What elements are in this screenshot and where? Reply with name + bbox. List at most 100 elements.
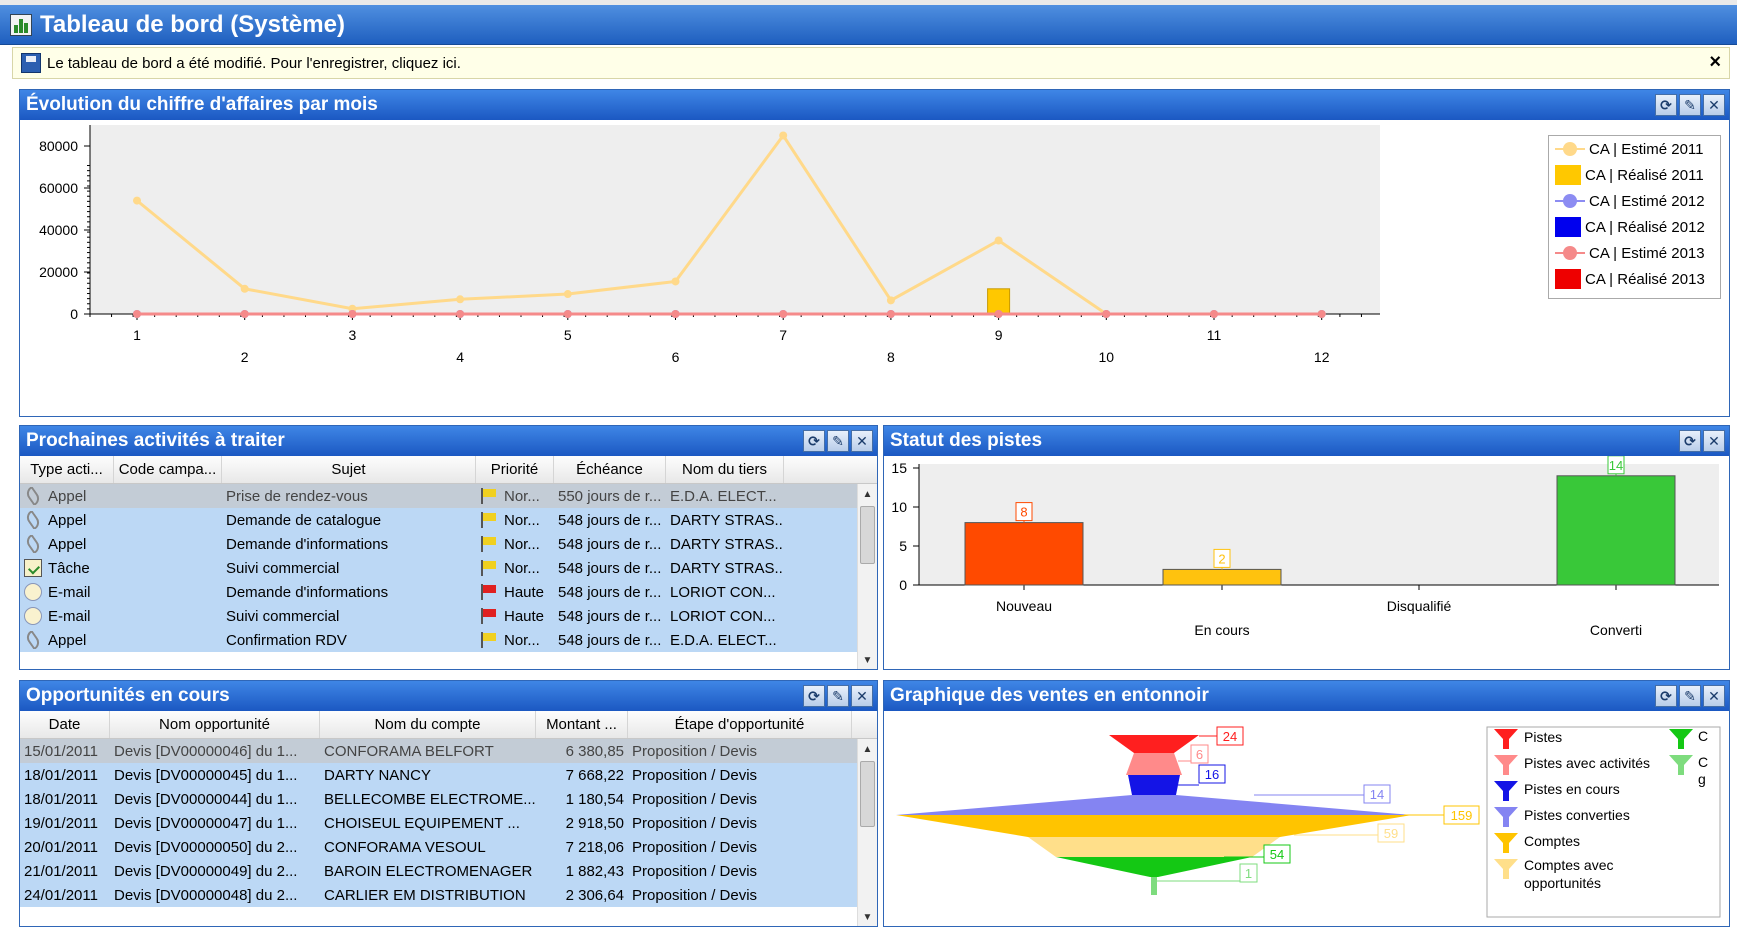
- type-label: E-mail: [48, 583, 91, 601]
- y-tick-label: 60000: [39, 180, 78, 196]
- x-tick-label: 6: [672, 349, 680, 365]
- save-notice-text[interactable]: Le tableau de bord a été modifié. Pour l…: [47, 55, 461, 72]
- opportunity-name-cell: Devis [DV00000050] du 2...: [114, 838, 298, 856]
- revenue-point: [456, 310, 465, 318]
- x-tick-label: 1: [133, 327, 141, 343]
- table-row[interactable]: E-mail Demande d'informations Haute 548 jou…: [20, 580, 858, 604]
- legend-label: CA | Estimé 2012: [1589, 192, 1705, 210]
- x-tick-label: 7: [779, 327, 787, 343]
- subject-cell: Demande de catalogue: [226, 511, 382, 529]
- refresh-icon[interactable]: ⟳: [1655, 685, 1677, 707]
- column-header[interactable]: Sujet: [222, 456, 476, 483]
- stage-cell: Proposition / Devis: [632, 742, 758, 760]
- revenue-point: [563, 310, 572, 318]
- scroll-thumb[interactable]: [860, 761, 875, 827]
- revenue-point: [671, 310, 680, 318]
- table-row[interactable]: 15/01/2011 Devis [DV00000046] du 1... CONF…: [20, 739, 858, 763]
- table-row[interactable]: Appel Prise de rendez-vous Nor... 550 jours…: [20, 484, 858, 508]
- table-row[interactable]: 20/01/2011 Devis [DV00000050] du 2... CONF…: [20, 835, 858, 859]
- legend-swatch: [1555, 191, 1585, 211]
- table-row[interactable]: Tâche Suivi commercial Nor... 548 jours de …: [20, 556, 858, 580]
- due-cell: 548 jours de r...: [558, 511, 662, 529]
- priority-cell: Nor...: [476, 632, 554, 649]
- refresh-icon[interactable]: ⟳: [803, 685, 825, 707]
- legend-label: CA | Réalisé 2013: [1585, 270, 1705, 288]
- type-label: Tâche: [48, 559, 90, 577]
- data-label: 59: [1384, 826, 1398, 841]
- refresh-icon[interactable]: ⟳: [1655, 94, 1677, 116]
- priority-label: Nor...: [504, 511, 540, 529]
- column-header[interactable]: Nom du compte: [320, 711, 536, 738]
- activities-scrollbar[interactable]: ▲ ▼: [857, 484, 877, 669]
- edit-icon[interactable]: ✎: [827, 430, 849, 452]
- column-header[interactable]: Code campa...: [114, 456, 222, 483]
- scroll-down-icon[interactable]: ▼: [858, 907, 877, 926]
- data-label: 14: [1370, 787, 1384, 802]
- close-icon[interactable]: ✕: [851, 685, 873, 707]
- table-row[interactable]: Appel Confirmation RDV Nor... 548 jours de …: [20, 628, 858, 652]
- table-row[interactable]: 19/01/2011 Devis [DV00000047] du 1... CHOI…: [20, 811, 858, 835]
- yellow-flag-icon: [480, 536, 498, 552]
- column-header[interactable]: Nom du tiers: [666, 456, 784, 483]
- leads-bar-chart: 0 5 10 15 Nouveau 8 En cours 2 Disqualifié Conver…: [891, 456, 1719, 638]
- due-cell: 550 jours de r...: [558, 487, 662, 505]
- table-row[interactable]: E-mail Suivi commercial Haute 548 jours de …: [20, 604, 858, 628]
- stage-cell: Proposition / Devis: [632, 838, 758, 856]
- x-tick-label: 12: [1314, 349, 1330, 365]
- lead-bar: [1556, 475, 1676, 586]
- scroll-up-icon[interactable]: ▲: [858, 484, 877, 504]
- table-row[interactable]: 21/01/2011 Devis [DV00000049] du 2... BARO…: [20, 859, 858, 883]
- revenue-panel-header: Évolution du chiffre d'affaires par mois…: [20, 90, 1729, 120]
- close-icon[interactable]: ✕: [851, 430, 873, 452]
- column-header[interactable]: Étape d'opportunité: [628, 711, 852, 738]
- scroll-up-icon[interactable]: ▲: [858, 739, 877, 759]
- type-label: Appel: [48, 631, 87, 649]
- close-icon[interactable]: ✕: [1703, 430, 1725, 452]
- column-header[interactable]: Priorité: [476, 456, 554, 483]
- yellow-flag-icon: [480, 560, 498, 576]
- legend-item: CA | Réalisé 2012: [1549, 214, 1720, 240]
- column-header[interactable]: Échéance: [554, 456, 666, 483]
- revenue-point: [1102, 310, 1111, 318]
- x-tick-label: Converti: [1590, 622, 1642, 638]
- scroll-thumb[interactable]: [860, 506, 875, 564]
- sales-funnel-chart: 24 616 14 159 59 54 1 Pistes Pistes avec activit…: [896, 726, 1721, 918]
- close-notice-button[interactable]: ×: [1709, 51, 1721, 74]
- type-cell: Appel: [20, 487, 114, 505]
- party-cell: DARTY STRAS...: [670, 535, 784, 553]
- table-row[interactable]: 18/01/2011 Devis [DV00000044] du 1... BELL…: [20, 787, 858, 811]
- lead-bar: [1162, 568, 1282, 586]
- column-header[interactable]: Nom opportunité: [110, 711, 320, 738]
- scroll-down-icon[interactable]: ▼: [858, 650, 877, 669]
- revenue-point: [240, 310, 249, 318]
- funnel-segment: [1028, 837, 1280, 857]
- date-cell: 18/01/2011: [24, 766, 98, 784]
- column-header[interactable]: Date: [20, 711, 110, 738]
- legend-item: CA | Réalisé 2013: [1549, 266, 1720, 292]
- table-row[interactable]: Appel Demande d'informations Nor... 548 jou…: [20, 532, 858, 556]
- edit-icon[interactable]: ✎: [827, 685, 849, 707]
- table-row[interactable]: Appel Demande de catalogue Nor... 548 jours…: [20, 508, 858, 532]
- funnel-segment: [1128, 775, 1180, 795]
- close-icon[interactable]: ✕: [1703, 94, 1725, 116]
- subject-cell: Demande d'informations: [226, 583, 389, 601]
- account-cell: CHOISEUL EQUIPEMENT ...: [324, 814, 520, 832]
- refresh-icon[interactable]: ⟳: [1679, 430, 1701, 452]
- edit-icon[interactable]: ✎: [1679, 94, 1701, 116]
- close-icon[interactable]: ✕: [1703, 685, 1725, 707]
- phone-icon: [23, 511, 43, 529]
- opportunities-scrollbar[interactable]: ▲ ▼: [857, 739, 877, 926]
- funnel-segment: [1126, 753, 1182, 775]
- phone-icon: [23, 631, 43, 649]
- column-header[interactable]: Montant ...: [536, 711, 628, 738]
- table-row[interactable]: 24/01/2011 Devis [DV00000048] du 2... CARL…: [20, 883, 858, 907]
- refresh-icon[interactable]: ⟳: [803, 430, 825, 452]
- edit-icon[interactable]: ✎: [1679, 685, 1701, 707]
- activities-panel: Prochaines activités à traiter ⟳ ✎ ✕ Typ…: [19, 425, 878, 670]
- save-notice[interactable]: Le tableau de bord a été modifié. Pour l…: [12, 47, 1730, 79]
- column-header[interactable]: Type acti...: [20, 456, 114, 483]
- leads-panel-header: Statut des pistes ⟳ ✕: [884, 426, 1729, 456]
- table-row[interactable]: 18/01/2011 Devis [DV00000045] du 1... DART…: [20, 763, 858, 787]
- due-cell: 548 jours de r...: [558, 583, 662, 601]
- opportunity-name-cell: Devis [DV00000046] du 1...: [114, 742, 298, 760]
